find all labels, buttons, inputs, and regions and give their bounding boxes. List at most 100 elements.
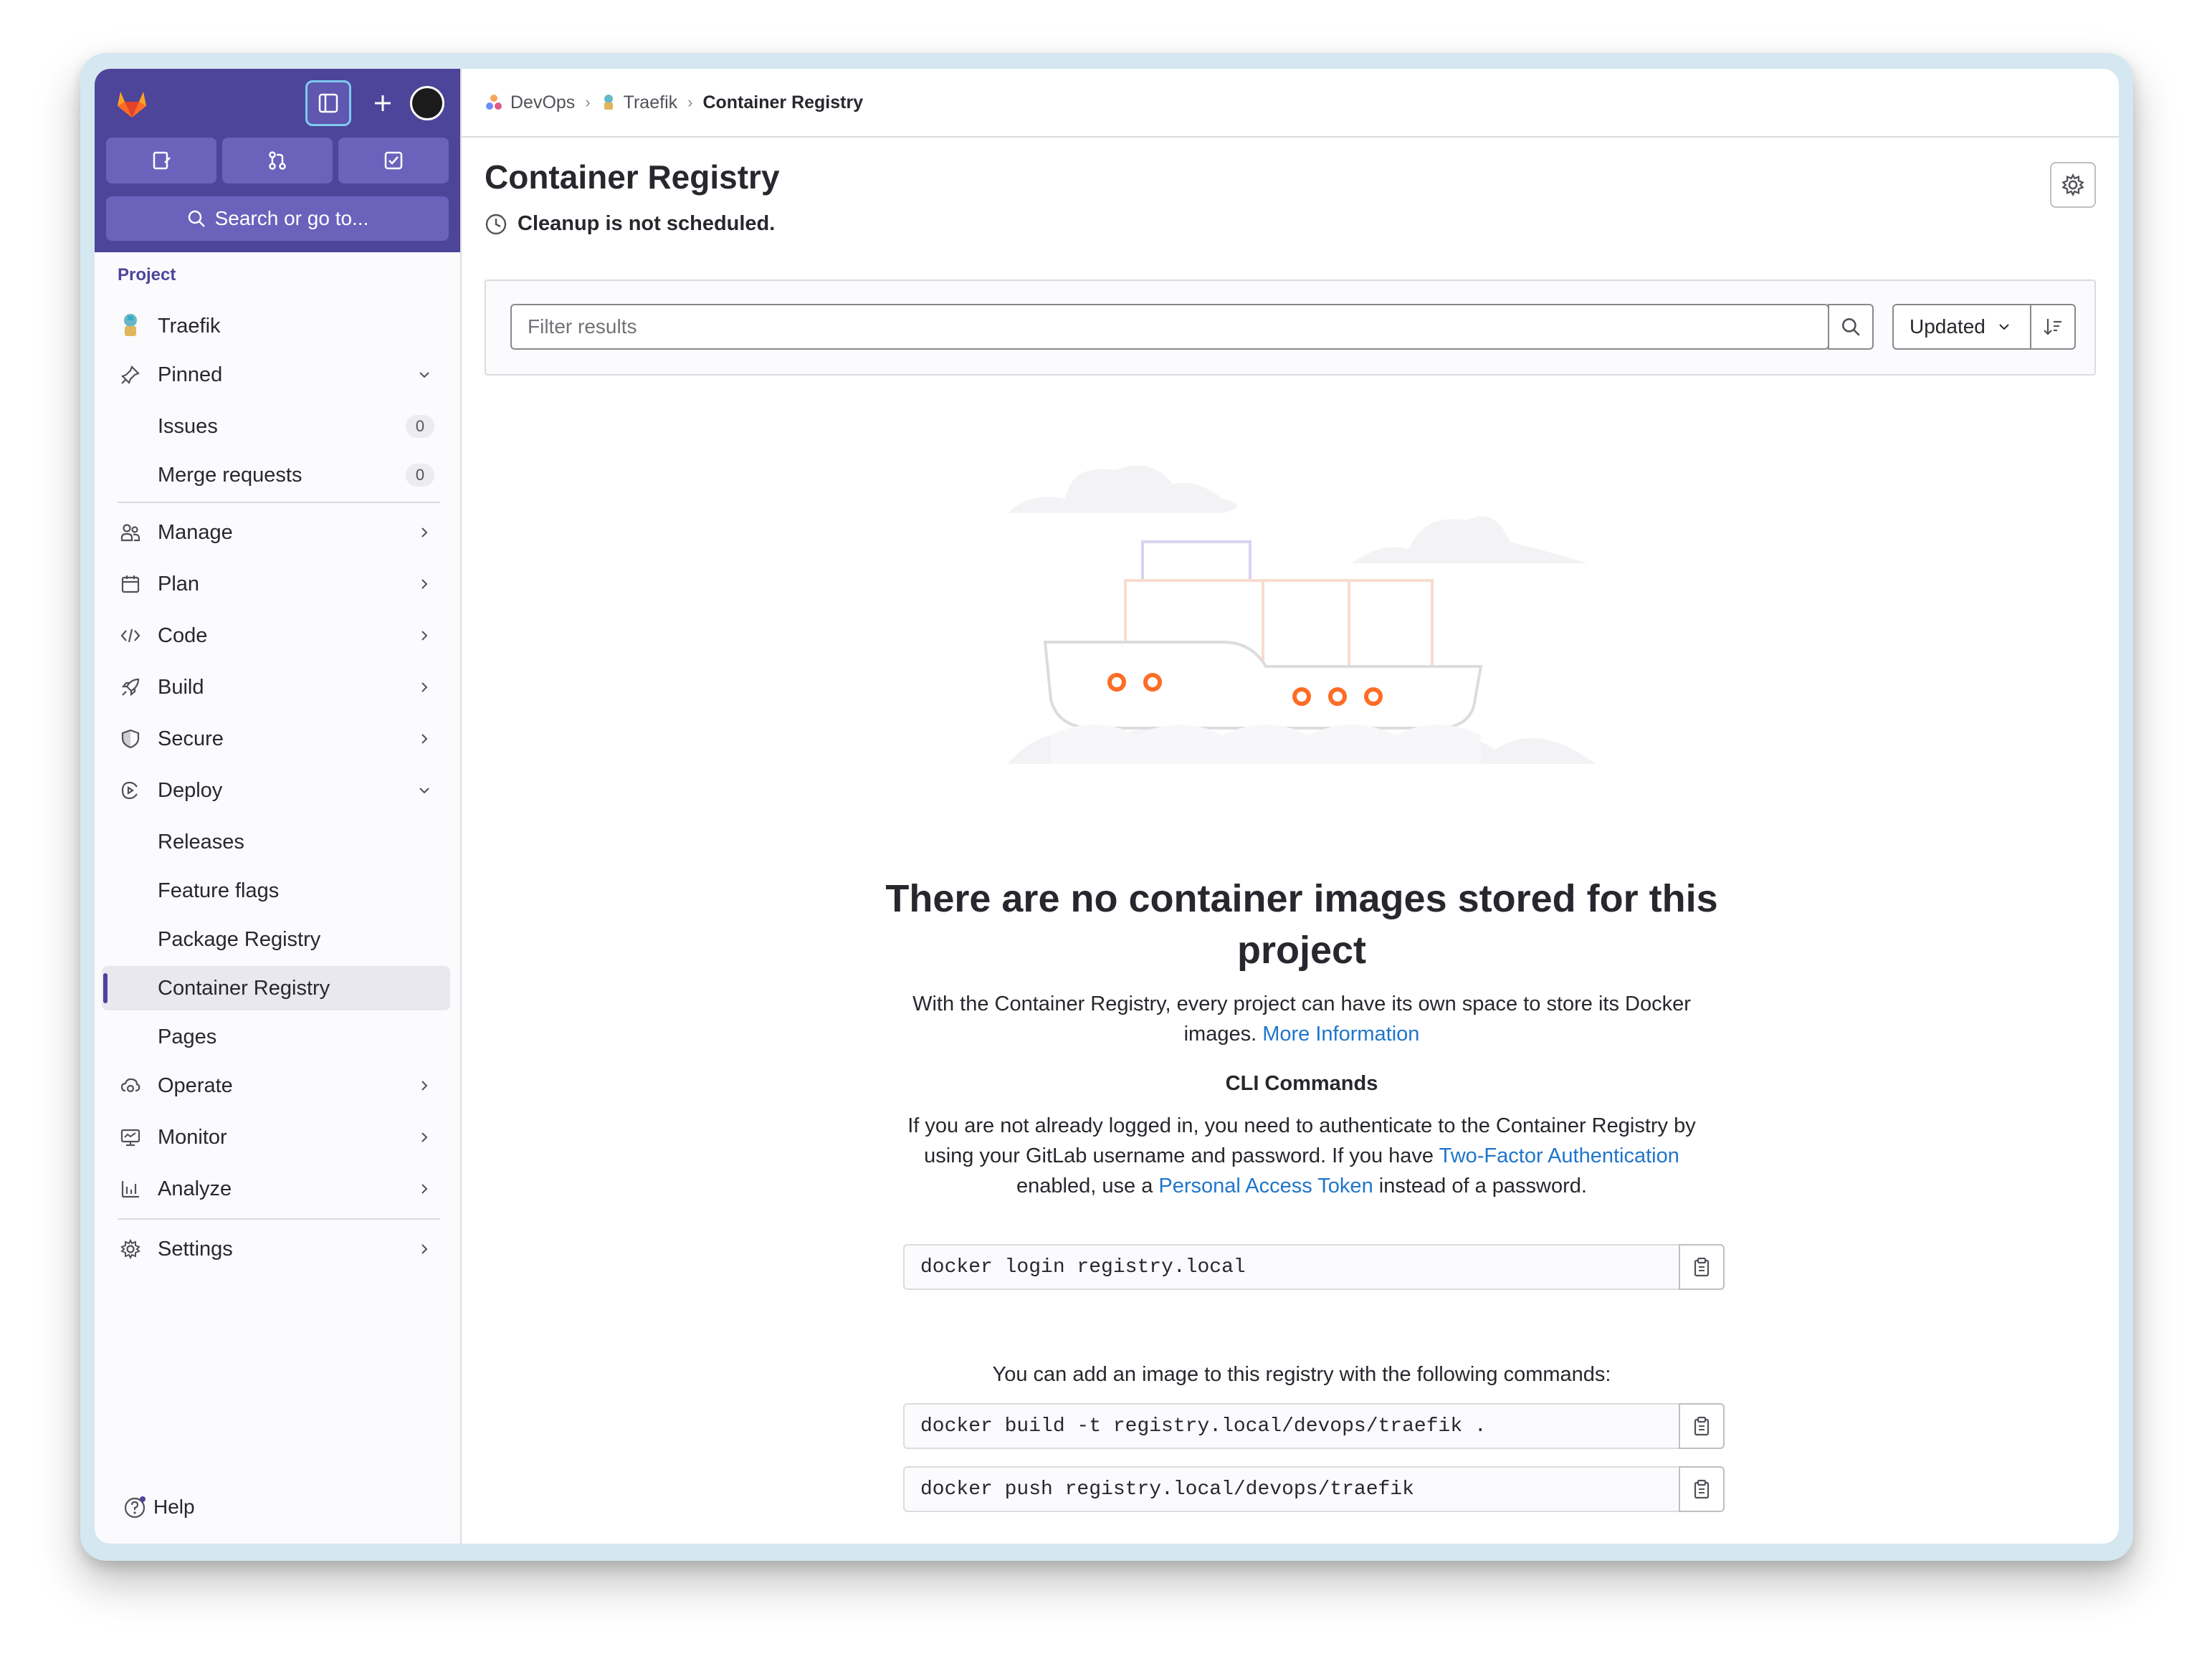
push-command-field[interactable]: docker push registry.local/devops/traefi… — [903, 1466, 1680, 1512]
chevron-right-icon — [414, 1076, 434, 1096]
sidebar-item-label: Merge requests — [158, 463, 302, 487]
breadcrumb-label: Traefik — [623, 92, 678, 113]
sidebar-item-merge-requests[interactable]: Merge requests 0 — [106, 453, 450, 497]
sort-direction-button[interactable] — [2030, 304, 2076, 350]
sidebar-item-issues[interactable]: Issues 0 — [106, 404, 450, 449]
chevron-right-icon: › — [585, 93, 591, 111]
breadcrumb-item-group[interactable]: DevOps — [485, 92, 575, 113]
browser-window: Search or go to... Project Traefik Pinne… — [95, 69, 2119, 1544]
sidebar-item-label: Package Registry — [158, 927, 321, 951]
deploy-icon — [118, 778, 143, 803]
sidebar-item-monitor[interactable]: Monitor — [106, 1115, 450, 1159]
sidebar-item-pinned[interactable]: Pinned — [106, 353, 450, 397]
sidebar-item-manage[interactable]: Manage — [106, 510, 450, 555]
sidebar-item-deploy[interactable]: Deploy — [106, 768, 450, 813]
sidebar-item-project[interactable]: Traefik — [106, 304, 450, 348]
empty-state-ship-illustration — [1008, 465, 1596, 764]
empty-state-title: There are no container images stored for… — [885, 877, 1718, 972]
todo-check-icon — [384, 151, 403, 170]
code-icon — [118, 623, 143, 649]
sort-dropdown[interactable]: Updated — [1892, 304, 2031, 350]
sidebar-divider — [118, 502, 440, 503]
merge-requests-button[interactable] — [222, 138, 333, 183]
sidebar: Search or go to... Project Traefik Pinne… — [95, 69, 462, 1544]
copy-to-clipboard-icon — [1694, 1416, 1710, 1436]
sidebar-item-code[interactable]: Code — [106, 613, 450, 658]
copy-push-command-button[interactable] — [1679, 1466, 1725, 1512]
sidebar-item-plan[interactable]: Plan — [106, 562, 450, 606]
project-avatar-icon — [604, 95, 613, 110]
sort-label: Updated — [1910, 315, 1985, 338]
sidebar-panel-icon — [318, 93, 338, 113]
sidebar-item-releases[interactable]: Releases — [106, 820, 450, 864]
chevron-down-icon — [414, 365, 434, 385]
user-avatar[interactable] — [410, 86, 444, 120]
users-icon — [118, 520, 143, 545]
cli-commands-heading: CLI Commands — [1225, 1072, 1378, 1095]
breadcrumb-item-project[interactable]: Traefik — [601, 92, 677, 113]
sidebar-item-container-registry[interactable]: Container Registry — [102, 966, 450, 1010]
question-circle-icon — [124, 1496, 146, 1519]
page-title: Container Registry — [485, 158, 780, 196]
sidebar-item-label: Manage — [158, 520, 233, 544]
sidebar-item-label: Pinned — [158, 363, 223, 386]
sidebar-item-operate[interactable]: Operate — [106, 1063, 450, 1108]
sidebar-item-label: Secure — [158, 727, 224, 750]
chevron-right-icon — [414, 1239, 434, 1259]
sidebar-item-pages[interactable]: Pages — [106, 1015, 450, 1059]
merge-request-icon — [269, 151, 286, 170]
gitlab-logo-icon[interactable] — [112, 82, 152, 122]
chevron-right-icon — [414, 1127, 434, 1147]
registry-settings-button[interactable] — [2050, 162, 2096, 208]
sidebar-item-feature-flags[interactable]: Feature flags — [106, 869, 450, 913]
cli-description: If you are not already logged in, you ne… — [905, 1111, 1699, 1201]
monitor-icon — [118, 1124, 143, 1150]
sidebar-item-build[interactable]: Build — [106, 665, 450, 709]
filter-bar: Filter results Updated — [485, 279, 2096, 376]
filter-search-button[interactable] — [1828, 304, 1874, 350]
more-information-link[interactable]: More Information — [1262, 1023, 1419, 1046]
cleanup-status-text: Cleanup is not scheduled. — [518, 212, 776, 235]
sidebar-toggle-button[interactable] — [305, 80, 351, 126]
rocket-icon — [118, 674, 143, 700]
sidebar-item-label: Pages — [158, 1025, 217, 1048]
breadcrumb: DevOps › Traefik › Container Registry — [462, 69, 2119, 138]
copy-login-command-button[interactable] — [1679, 1244, 1725, 1290]
build-command-field[interactable]: docker build -t registry.local/devops/tr… — [903, 1403, 1680, 1449]
sidebar-item-analyze[interactable]: Analyze — [106, 1167, 450, 1211]
sidebar-item-label: Deploy — [158, 778, 223, 802]
filter-placeholder: Filter results — [528, 315, 637, 338]
help-label: Help — [153, 1496, 195, 1518]
clock-icon — [485, 214, 507, 234]
help-button[interactable]: Help — [123, 1495, 195, 1519]
copy-to-clipboard-icon — [1694, 1479, 1710, 1499]
search-button[interactable]: Search or go to... — [106, 196, 449, 241]
sidebar-divider — [118, 1218, 440, 1220]
gear-icon — [2061, 173, 2084, 197]
two-factor-authentication-link[interactable]: Two-Factor Authentication — [1439, 1144, 1679, 1167]
group-avatar-icon — [486, 95, 502, 110]
sidebar-item-secure[interactable]: Secure — [106, 717, 450, 761]
breadcrumb-label: Container Registry — [702, 92, 864, 113]
personal-access-token-link[interactable]: Personal Access Token — [1158, 1175, 1373, 1197]
sidebar-header: Search or go to... — [95, 69, 460, 252]
breadcrumb-item-current[interactable]: Container Registry — [702, 92, 863, 113]
cli-description-text: instead of a password. — [1378, 1175, 1587, 1197]
copy-to-clipboard-icon — [1694, 1257, 1710, 1277]
sidebar-item-settings[interactable]: Settings — [106, 1227, 450, 1271]
sidebar-item-package-registry[interactable]: Package Registry — [106, 917, 450, 962]
breadcrumb-label: DevOps — [510, 92, 576, 113]
chevron-down-icon — [414, 780, 434, 800]
chevron-right-icon — [414, 522, 434, 542]
cloud-gear-icon — [118, 1073, 143, 1099]
assigned-issues-button[interactable] — [106, 138, 216, 183]
thumbtack-icon — [118, 362, 143, 388]
todos-button[interactable] — [338, 138, 449, 183]
search-icon — [188, 210, 205, 227]
login-command-field[interactable]: docker login registry.local — [903, 1244, 1680, 1290]
copy-build-command-button[interactable] — [1679, 1403, 1725, 1449]
filter-input[interactable]: Filter results — [510, 304, 1829, 350]
chevron-right-icon — [414, 1179, 434, 1199]
sidebar-item-label: Monitor — [158, 1125, 227, 1149]
create-new-button[interactable] — [364, 85, 401, 122]
